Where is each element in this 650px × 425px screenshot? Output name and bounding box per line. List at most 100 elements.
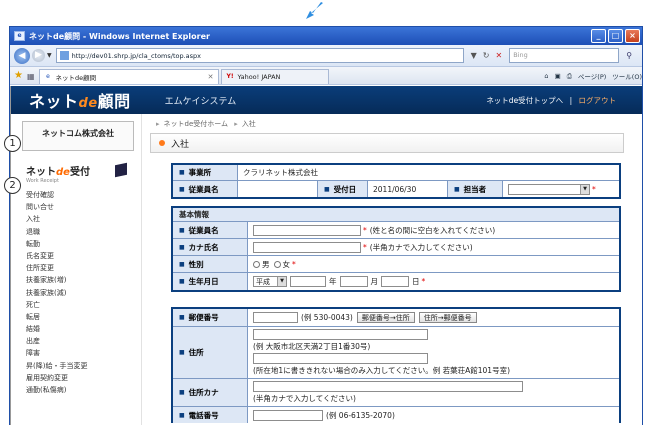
kana-label: カナ氏名 bbox=[188, 242, 219, 252]
address-to-zip-button[interactable]: 住所→郵便番号 bbox=[418, 312, 477, 323]
top-page-link[interactable]: ネットde受付トップへ bbox=[486, 96, 563, 105]
main-content: ▸ ネットde受付ホーム ▸ 入社 入社 ■ 事業所 クラリネット株式会社 ■ 従業員名… bbox=[141, 114, 631, 425]
basic-info-form: 基本情報 ■ 従業員名 * (姓と名の間に空白を入れてください) ■ カナ氏名 * … bbox=[171, 206, 621, 292]
address-example: (例 大阪市北区天満2丁目1番30号) bbox=[253, 342, 371, 351]
sidebar-item-marriage[interactable]: 結婚 bbox=[11, 323, 138, 335]
sidebar-item-retire[interactable]: 退職 bbox=[11, 226, 138, 238]
zip-to-address-button[interactable]: 郵便番号→住所 bbox=[356, 312, 415, 323]
tab-netde-komon[interactable]: e ネットde顧問 ✕ bbox=[38, 69, 219, 84]
employee-label: 従業員名 bbox=[188, 184, 219, 194]
address1-input[interactable] bbox=[253, 329, 428, 340]
app-icon: e bbox=[14, 31, 25, 41]
birth-day-input[interactable] bbox=[381, 276, 409, 287]
male-radio[interactable] bbox=[253, 260, 260, 268]
link-separator: | bbox=[569, 95, 573, 105]
office-form: ■ 事業所 クラリネット株式会社 ■ 従業員名 ■ 受付日 2011/06/30 ■ 担… bbox=[171, 163, 621, 199]
sidebar-item-dependent-remove[interactable]: 扶養家族(減) bbox=[11, 287, 138, 299]
sidebar-item-death[interactable]: 死亡 bbox=[11, 299, 138, 311]
birth-month-input[interactable] bbox=[339, 276, 368, 287]
name-input[interactable] bbox=[253, 224, 361, 236]
tab-close-icon[interactable]: ✕ bbox=[208, 73, 214, 81]
maximize-button[interactable]: □ bbox=[608, 29, 623, 43]
zip-input[interactable] bbox=[253, 312, 298, 323]
search-icon[interactable]: ⚲ bbox=[622, 49, 636, 63]
back-button[interactable]: ◀ bbox=[14, 47, 30, 64]
sidebar-item-salary-change[interactable]: 昇(降)給・手当変更 bbox=[11, 360, 138, 372]
browser-window: e ネットde顧問 - Windows Internet Explorer _ … bbox=[9, 26, 643, 425]
sidebar-item-commute[interactable]: 通勤(私傷病) bbox=[11, 384, 138, 396]
office-value: クラリネット株式会社 bbox=[243, 168, 318, 177]
tab-label: ネットde顧問 bbox=[55, 74, 97, 82]
basic-info-heading: 基本情報 bbox=[173, 208, 619, 222]
tab-favicon-icon: e bbox=[46, 73, 50, 80]
tel-input[interactable] bbox=[253, 409, 323, 421]
zip-label: 郵便番号 bbox=[188, 313, 219, 322]
address-kana-note: (半角カナで入力してください) bbox=[253, 394, 356, 403]
address-note: (所在地1に書ききれない場合のみ入力してください。例 若葉荘A館101号室) bbox=[253, 366, 511, 375]
window-title: ネットde顧問 - Windows Internet Explorer bbox=[29, 31, 210, 41]
callout-marker-2: 2 bbox=[4, 177, 21, 194]
tab-yahoo[interactable]: Y! Yahoo! JAPAN bbox=[220, 69, 329, 84]
address-kana-label: 住所カナ bbox=[188, 388, 219, 397]
kana-input[interactable] bbox=[253, 241, 361, 253]
staff-select[interactable]: ▼ bbox=[508, 183, 590, 195]
minimize-button[interactable]: _ bbox=[591, 29, 606, 43]
male-label: 男 bbox=[262, 259, 270, 269]
sidebar-item-disability[interactable]: 障害 bbox=[11, 347, 138, 359]
sidebar-item-transfer[interactable]: 転勤 bbox=[11, 238, 138, 250]
search-input[interactable]: Bing bbox=[509, 48, 620, 63]
history-dropdown-icon[interactable]: ▼ bbox=[47, 52, 52, 59]
sidebar-title: ネットde受付 bbox=[26, 167, 90, 178]
yahoo-favicon-icon: Y! bbox=[226, 73, 234, 80]
close-button[interactable]: × bbox=[625, 29, 640, 43]
breadcrumb-home[interactable]: ネットde受付ホーム bbox=[164, 120, 229, 128]
stop-icon[interactable]: ✕ bbox=[495, 51, 502, 60]
sidebar-item-birth[interactable]: 出産 bbox=[11, 335, 138, 347]
url-input[interactable]: http://dev01.shrp.jp/cla_ctoms/top.aspx bbox=[55, 48, 464, 63]
client-company-box: ネットコム株式会社 bbox=[22, 121, 134, 151]
title-dot-icon bbox=[159, 140, 165, 146]
favorites-star-icon[interactable]: ★ bbox=[14, 70, 23, 81]
forward-button[interactable]: ▶ bbox=[32, 49, 45, 62]
tools-menu[interactable]: ツール(O) bbox=[612, 71, 642, 81]
sidebar-item-address-change[interactable]: 住所変更 bbox=[11, 262, 138, 274]
kana-note: (半角カナで入力してください) bbox=[369, 242, 473, 252]
print-icon[interactable]: ⎙ bbox=[567, 72, 572, 81]
era-select[interactable]: 平成 ▼ bbox=[253, 276, 287, 287]
address-form: ■ 郵便番号 (例 530-0043) 郵便番号→住所 住所→郵便番号 ■ 住所 (… bbox=[171, 307, 621, 423]
address2-input[interactable] bbox=[253, 353, 428, 364]
female-radio[interactable] bbox=[273, 260, 281, 268]
page-title-text: 入社 bbox=[171, 139, 190, 150]
sidebar: ネットコム株式会社 ネットde受付 Work Receipt 受付確認 問い合せ… bbox=[11, 114, 138, 425]
quick-tabs-icon[interactable]: ▦ bbox=[27, 72, 35, 81]
logout-link[interactable]: ログアウト bbox=[579, 96, 617, 105]
feed-icon[interactable]: ▣ bbox=[555, 72, 561, 80]
sidebar-item-hire[interactable]: 入社 bbox=[11, 213, 138, 225]
url-text: http://dev01.shrp.jp/cla_ctoms/top.aspx bbox=[71, 51, 202, 60]
address-bar: ◀ ▶ ▼ http://dev01.shrp.jp/cla_ctoms/top… bbox=[10, 45, 642, 67]
address-kana-input[interactable] bbox=[253, 381, 523, 392]
page-icon bbox=[59, 51, 69, 60]
birth-year-input[interactable] bbox=[290, 276, 326, 287]
callout-marker-1: 1 bbox=[4, 135, 21, 152]
refresh-icon[interactable]: ↻ bbox=[483, 51, 490, 60]
name-note: (姓と名の間に空白を入れてください) bbox=[369, 225, 496, 235]
site-header: ネットde顧問 エムケイシステム ネットde受付トップへ | ログアウト bbox=[11, 86, 642, 114]
sidebar-item-contract-change[interactable]: 雇用契約変更 bbox=[11, 372, 138, 384]
tel-label: 電話番号 bbox=[188, 410, 219, 420]
sidebar-menu: 受付確認 問い合せ 入社 退職 転勤 氏名変更 住所変更 扶養家族(増) 扶養家… bbox=[11, 189, 138, 396]
sidebar-item-move[interactable]: 転居 bbox=[11, 311, 138, 323]
page-menu[interactable]: ページ(P) bbox=[578, 71, 606, 81]
home-icon[interactable]: ⌂ bbox=[544, 72, 548, 80]
sidebar-item-name-change[interactable]: 氏名変更 bbox=[11, 250, 138, 262]
sidebar-item-inquiry[interactable]: 問い合せ bbox=[11, 201, 138, 213]
sidebar-item-confirm[interactable]: 受付確認 bbox=[11, 189, 138, 201]
chevron-down-icon: ▼ bbox=[580, 184, 589, 194]
title-bar: e ネットde顧問 - Windows Internet Explorer _ … bbox=[10, 27, 642, 45]
sidebar-item-dependent-add[interactable]: 扶養家族(増) bbox=[11, 274, 138, 286]
sex-label: 性別 bbox=[188, 259, 204, 269]
breadcrumb-current: 入社 bbox=[241, 120, 256, 128]
url-dropdown-icon[interactable]: ▼ bbox=[471, 51, 477, 60]
tab-label: Yahoo! JAPAN bbox=[237, 73, 281, 81]
breadcrumb: ▸ ネットde受付ホーム ▸ 入社 bbox=[156, 120, 256, 128]
